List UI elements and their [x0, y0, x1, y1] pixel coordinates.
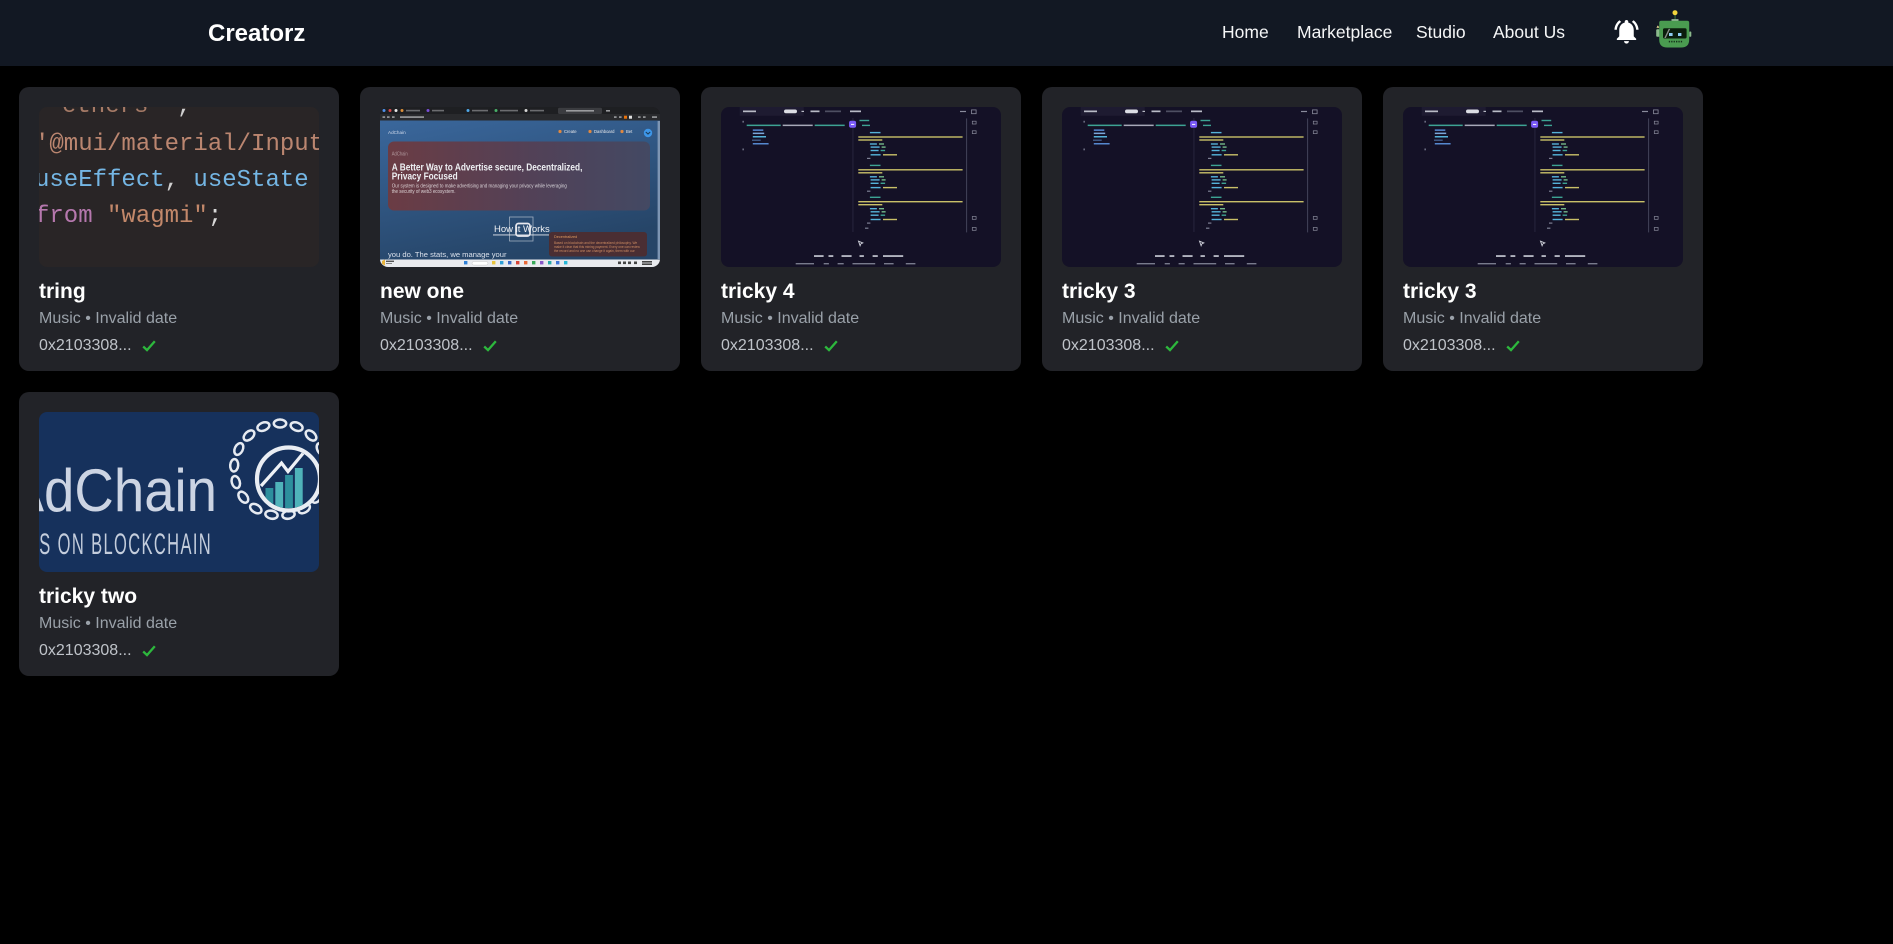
svg-text:How it Works: How it Works	[494, 224, 550, 235]
svg-text:the security of web3 ecosystem: the security of web3 ecosystem.	[392, 188, 456, 195]
svg-text:you do. The stats, we manage y: you do. The stats, we manage your	[388, 250, 507, 259]
svg-text:Dashboard: Dashboard	[594, 129, 615, 134]
svg-text:Bet: Bet	[626, 129, 633, 134]
svg-text:AdChain: AdChain	[392, 151, 408, 156]
svg-text:AdChain: AdChain	[39, 458, 217, 525]
svg-text:Privacy Focused: Privacy Focused	[392, 171, 458, 182]
svg-text:the record and no one can chan: the record and no one can change it agai…	[554, 249, 636, 253]
svg-text:Create: Create	[564, 129, 577, 134]
svg-text:DS ON BLOCKCHAIN: DS ON BLOCKCHAIN	[39, 528, 212, 561]
svg-text:Decentralized: Decentralized	[554, 235, 577, 239]
svg-text:AdChain: AdChain	[388, 130, 406, 135]
